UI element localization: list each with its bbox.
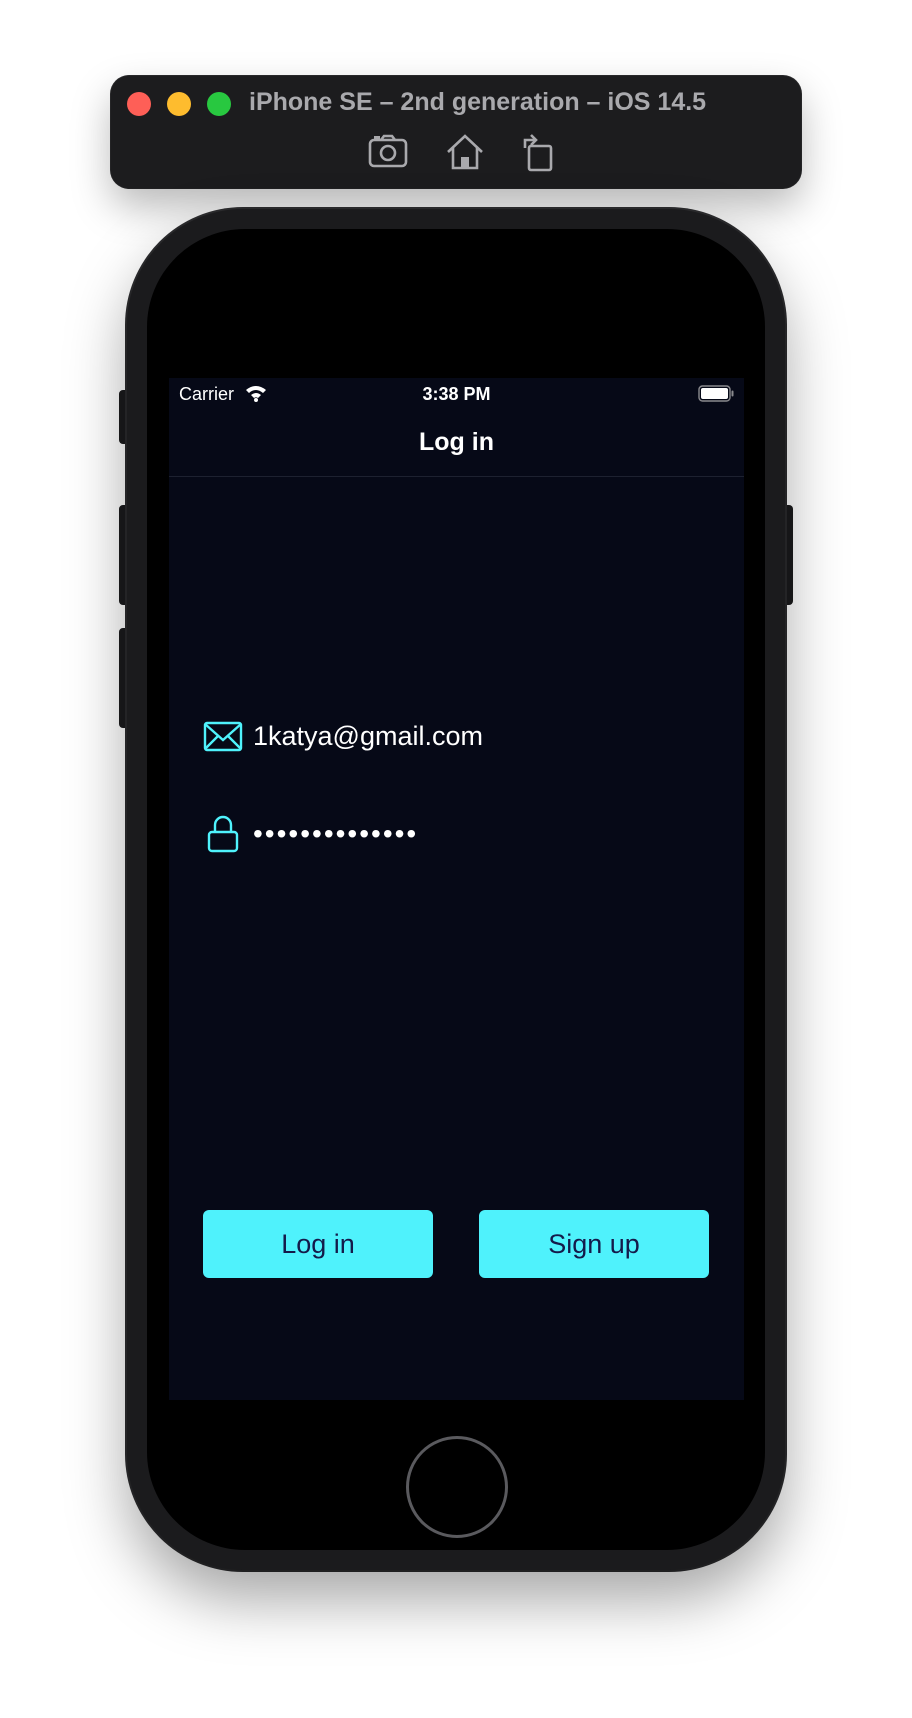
password-field[interactable] (253, 814, 693, 854)
zoom-window-button[interactable] (207, 92, 231, 116)
login-button[interactable]: Log in (203, 1210, 433, 1278)
email-row (203, 716, 703, 760)
rotate-icon[interactable] (515, 130, 559, 174)
password-row (203, 814, 703, 858)
status-time: 3:38 PM (422, 384, 491, 404)
close-window-button[interactable] (127, 92, 151, 116)
email-field[interactable] (253, 716, 693, 756)
home-button[interactable] (406, 1436, 508, 1538)
app-screen: Carrier 3:38 PM Log in Log in Sign u (169, 378, 744, 1400)
home-icon[interactable] (443, 130, 487, 174)
status-bar: Carrier 3:38 PM (169, 378, 744, 410)
minimize-window-button[interactable] (167, 92, 191, 116)
lock-icon (207, 815, 239, 853)
signup-button[interactable]: Sign up (479, 1210, 709, 1278)
screenshot-icon[interactable] (366, 130, 410, 174)
envelope-icon (203, 721, 243, 752)
navigation-bar: Log in (169, 410, 744, 477)
simulator-title-bar: iPhone SE – 2nd generation – iOS 14.5 (111, 76, 801, 188)
battery-icon (698, 385, 734, 402)
simulator-title: iPhone SE – 2nd generation – iOS 14.5 (249, 88, 707, 116)
page-title: Log in (419, 428, 494, 456)
